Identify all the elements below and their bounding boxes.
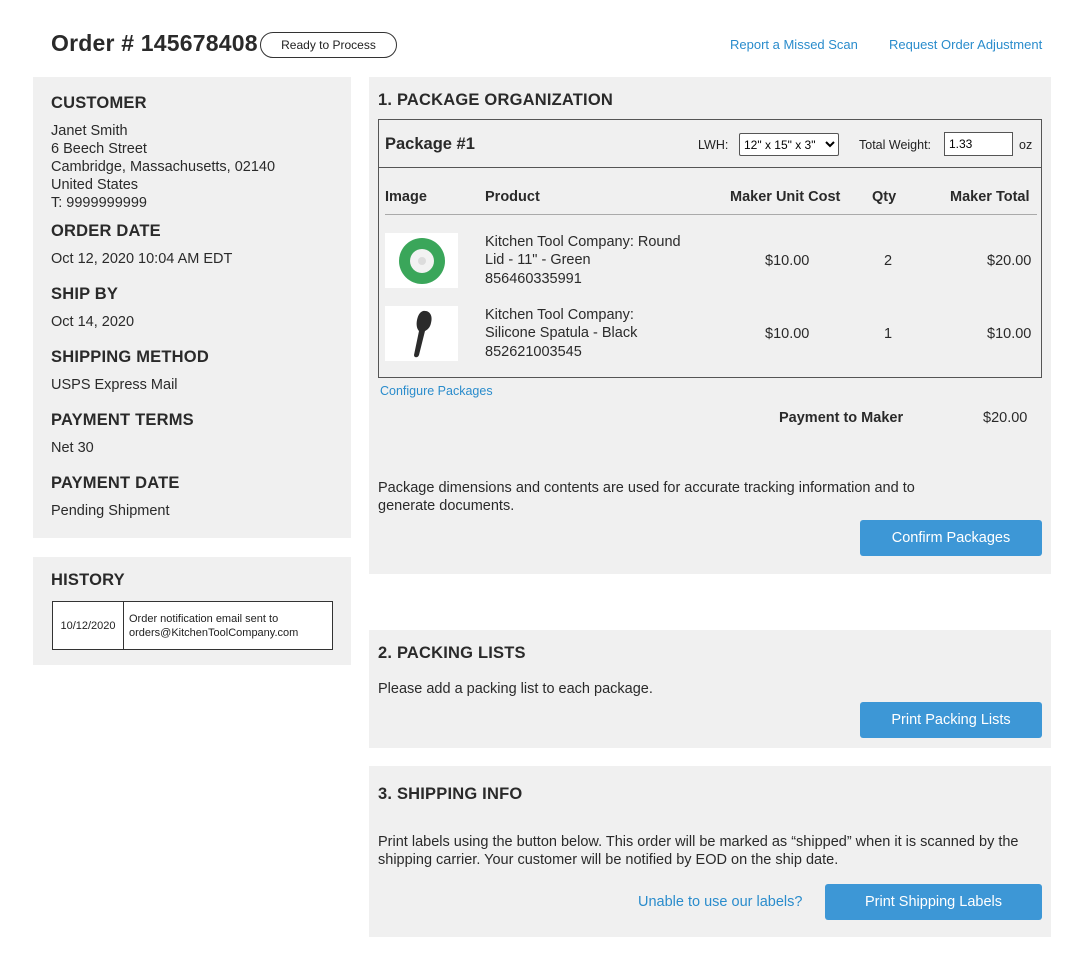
column-header-product: Product: [485, 189, 540, 205]
shipping-info-text-line2: shipping carrier. Your customer will be …: [378, 852, 839, 868]
history-date: 10/12/2020: [53, 602, 124, 649]
lwh-select[interactable]: 12" x 15" x 3": [739, 133, 839, 156]
product-name-line2: Lid - 11" - Green: [485, 252, 591, 268]
shipping-method-value: USPS Express Mail: [51, 377, 178, 393]
order-date-value: Oct 12, 2020 10:04 AM EDT: [51, 251, 233, 267]
packing-lists-title: 2. PACKING LISTS: [378, 644, 526, 662]
history-message-line1: Order notification email sent to: [129, 613, 279, 625]
product-image-round-lid: [385, 233, 458, 288]
order-date-heading: ORDER DATE: [51, 222, 161, 240]
lwh-label: LWH:: [698, 138, 729, 152]
packing-lists-text: Please add a packing list to each packag…: [378, 681, 653, 697]
print-shipping-labels-button[interactable]: Print Shipping Labels: [825, 884, 1042, 920]
unit-cost: $10.00: [765, 253, 810, 269]
product-sku: 852621003545: [485, 344, 582, 360]
shipping-info-text: Print labels using the button below. Thi…: [378, 833, 1038, 869]
unable-to-use-labels-link[interactable]: Unable to use our labels?: [638, 894, 802, 910]
shipping-info-title: 3. SHIPPING INFO: [378, 785, 523, 803]
payment-terms-value: Net 30: [51, 440, 94, 456]
payment-date-heading: PAYMENT DATE: [51, 474, 180, 492]
history-message: Order notification email sent to orders@…: [124, 602, 332, 649]
ship-by-value: Oct 14, 2020: [51, 314, 135, 330]
status-badge: Ready to Process: [260, 32, 397, 58]
weight-unit-label: oz: [1019, 138, 1033, 152]
payment-terms-heading: PAYMENT TERMS: [51, 411, 194, 429]
header-divider: [385, 214, 1037, 215]
package-header: Package #1 LWH: 12" x 15" x 3" Total Wei…: [379, 120, 1041, 168]
package-organization-panel: 1. PACKAGE ORGANIZATION Package #1 LWH: …: [369, 77, 1051, 574]
line-total: $10.00: [987, 326, 1032, 342]
package-note: Package dimensions and contents are used…: [378, 479, 938, 515]
column-header-total: Maker Total: [950, 189, 1030, 205]
column-header-image: Image: [385, 189, 427, 205]
column-header-unit-cost: Maker Unit Cost: [730, 189, 841, 205]
total-weight-input[interactable]: [944, 132, 1013, 156]
round-lid-icon: [398, 237, 445, 284]
package-note-line1: Package dimensions and contents are used…: [378, 480, 915, 496]
ship-by-heading: SHIP BY: [51, 285, 119, 303]
history-panel: HISTORY 10/12/2020 Order notification em…: [33, 557, 351, 665]
package-note-line2: generate documents.: [378, 498, 515, 514]
request-order-adjustment-link[interactable]: Request Order Adjustment: [889, 37, 1042, 52]
configure-packages-link[interactable]: Configure Packages: [380, 384, 493, 398]
shipping-info-panel: 3. SHIPPING INFO Print labels using the …: [369, 766, 1051, 937]
payment-to-maker-value: $20.00: [983, 410, 1028, 426]
spatula-icon: [413, 310, 432, 357]
product-name-line1: Kitchen Tool Company: Round: [485, 234, 681, 250]
package-card: Package #1 LWH: 12" x 15" x 3" Total Wei…: [378, 119, 1042, 378]
history-message-line2: orders@KitchenToolCompany.com: [129, 627, 299, 639]
customer-phone: T: 9999999999: [51, 195, 147, 211]
confirm-packages-button[interactable]: Confirm Packages: [860, 520, 1042, 556]
product-sku: 856460335991: [485, 271, 582, 287]
payment-to-maker-label: Payment to Maker: [779, 410, 904, 426]
customer-name: Janet Smith: [51, 123, 128, 139]
shipping-info-text-line1: Print labels using the button below. Thi…: [378, 834, 1019, 850]
line-total: $20.00: [987, 253, 1032, 269]
unit-cost: $10.00: [765, 326, 810, 342]
product-name-line2: Silicone Spatula - Black: [485, 325, 638, 341]
page-title: Order # 145678408: [51, 30, 258, 56]
total-weight-label: Total Weight:: [859, 138, 932, 152]
report-missed-scan-link[interactable]: Report a Missed Scan: [730, 37, 858, 52]
quantity: 2: [884, 253, 893, 269]
package-organization-title: 1. PACKAGE ORGANIZATION: [378, 91, 613, 109]
customer-street: 6 Beech Street: [51, 141, 147, 157]
customer-country: United States: [51, 177, 139, 193]
payment-date-value: Pending Shipment: [51, 503, 170, 519]
shipping-method-heading: SHIPPING METHOD: [51, 348, 209, 366]
packing-lists-panel: 2. PACKING LISTS Please add a packing li…: [369, 630, 1051, 748]
column-header-qty: Qty: [872, 189, 897, 205]
product-name-line1: Kitchen Tool Company:: [485, 307, 634, 323]
customer-heading: CUSTOMER: [51, 94, 147, 112]
history-heading: HISTORY: [51, 571, 125, 589]
print-packing-lists-button[interactable]: Print Packing Lists: [860, 702, 1042, 738]
history-table: 10/12/2020 Order notification email sent…: [52, 601, 333, 650]
package-name: Package #1: [385, 135, 475, 153]
order-info-panel: CUSTOMER Janet Smith 6 Beech Street Camb…: [33, 77, 351, 538]
product-image-spatula: [385, 306, 458, 361]
quantity: 1: [884, 326, 893, 342]
customer-city: Cambridge, Massachusetts, 02140: [51, 159, 276, 175]
